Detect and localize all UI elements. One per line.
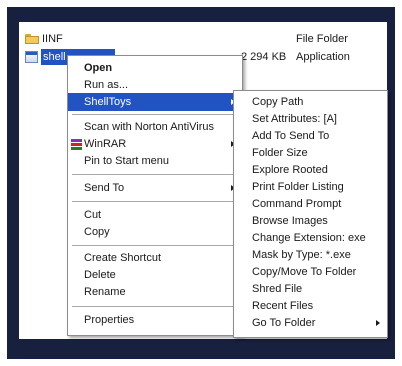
menu-item-delete[interactable]: Delete <box>68 266 242 284</box>
app-icon <box>25 51 38 63</box>
submenu-item-shred-file[interactable]: Shred File <box>234 280 387 298</box>
submenu-item-command-prompt[interactable]: Command Prompt <box>234 195 387 213</box>
shelltoys-submenu: Copy Path Set Attributes: [A] Add To Sen… <box>233 90 388 338</box>
submenu-item-copy-path[interactable]: Copy Path <box>234 93 387 111</box>
folder-icon <box>25 34 39 44</box>
menu-item-scan-norton[interactable]: Scan with Norton AntiVirus <box>68 118 242 136</box>
submenu-item-browse-images[interactable]: Browse Images <box>234 212 387 230</box>
menu-separator <box>72 306 238 307</box>
menu-separator <box>72 174 238 175</box>
menu-item-rename[interactable]: Rename <box>68 283 242 301</box>
menu-item-pin-start[interactable]: Pin to Start menu <box>68 152 242 170</box>
submenu-arrow-icon <box>376 320 380 326</box>
submenu-item-change-extension[interactable]: Change Extension: exe <box>234 229 387 247</box>
menu-separator <box>72 245 238 246</box>
menu-item-send-to[interactable]: Send To <box>68 179 242 197</box>
menu-item-copy[interactable]: Copy <box>68 223 242 241</box>
menu-item-open[interactable]: Open <box>68 59 242 77</box>
submenu-item-set-attributes[interactable]: Set Attributes: [A] <box>234 110 387 128</box>
submenu-item-explore-rooted[interactable]: Explore Rooted <box>234 161 387 179</box>
submenu-item-recent-files[interactable]: Recent Files <box>234 297 387 315</box>
submenu-item-add-to-send-to[interactable]: Add To Send To <box>234 127 387 145</box>
winrar-icon <box>71 139 82 150</box>
file-type: File Folder <box>296 33 348 45</box>
menu-separator <box>72 114 238 115</box>
file-name: IINF <box>42 33 63 45</box>
file-row-folder[interactable]: IINF File Folder <box>19 31 379 47</box>
menu-item-winrar[interactable]: WinRAR <box>68 135 242 153</box>
menu-item-cut[interactable]: Cut <box>68 206 242 224</box>
submenu-item-print-folder-listing[interactable]: Print Folder Listing <box>234 178 387 196</box>
context-menu: Open Run as... ShellToys Scan with Norto… <box>67 55 243 336</box>
submenu-item-folder-size[interactable]: Folder Size <box>234 144 387 162</box>
submenu-item-go-to-folder[interactable]: Go To Folder <box>234 314 387 332</box>
submenu-item-copy-move-to-folder[interactable]: Copy/Move To Folder <box>234 263 387 281</box>
menu-separator <box>72 201 238 202</box>
menu-item-properties[interactable]: Properties <box>68 311 242 329</box>
menu-item-create-shortcut[interactable]: Create Shortcut <box>68 249 242 267</box>
menu-item-run-as[interactable]: Run as... <box>68 76 242 94</box>
file-type: Application <box>296 51 350 63</box>
menu-item-shelltoys[interactable]: ShellToys <box>68 93 242 111</box>
file-size: 2 294 KB <box>241 51 287 63</box>
submenu-item-mask-by-type[interactable]: Mask by Type: *.exe <box>234 246 387 264</box>
